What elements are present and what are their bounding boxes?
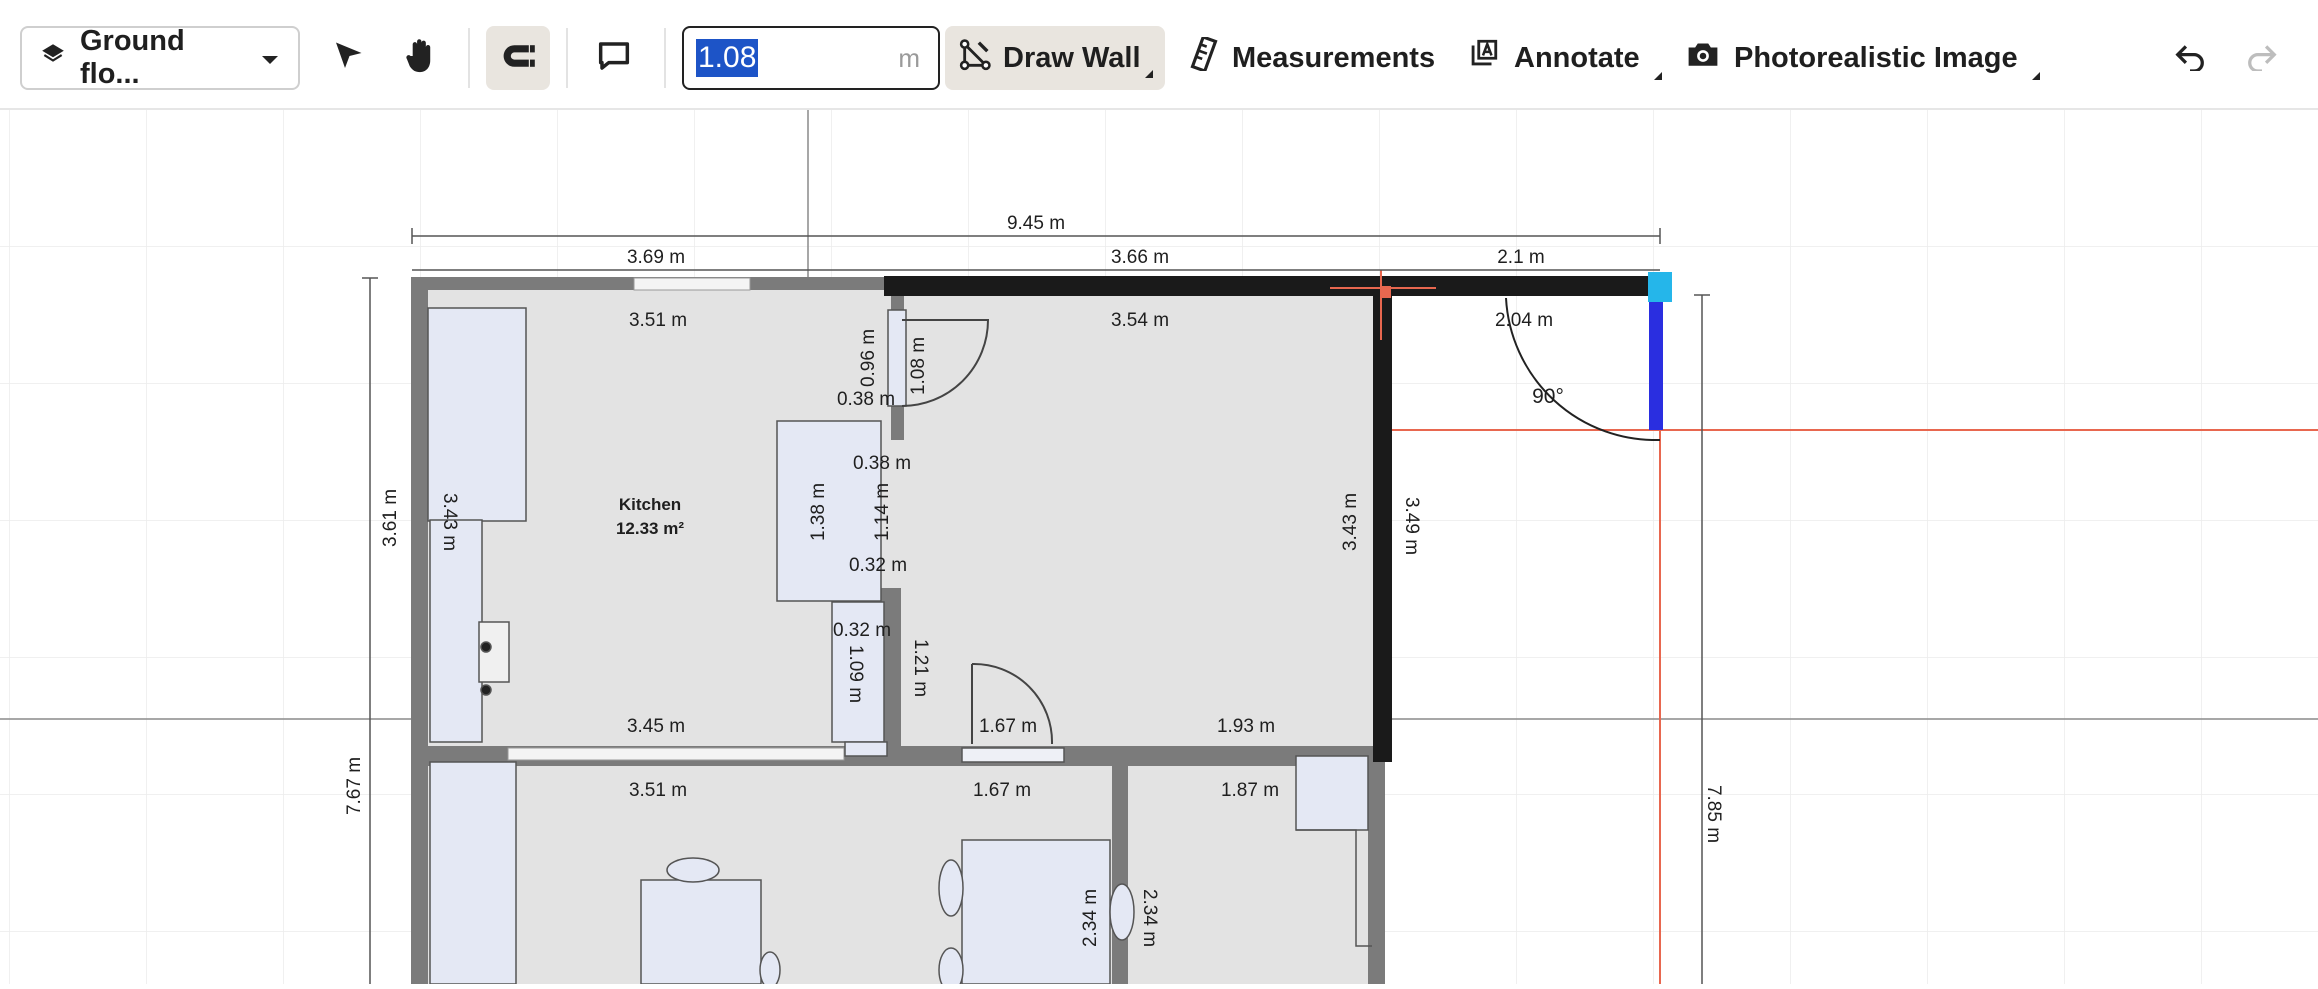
photorealistic-label: Photorealistic Image [1734, 41, 2018, 74]
dim-234a: 2.34 m [1080, 889, 1101, 947]
dim-low-left: 3.51 m [629, 780, 687, 801]
dim-right-inner: 3.43 m [1340, 493, 1361, 551]
wall-length-input[interactable]: 1.08 m [682, 26, 940, 90]
dim-032b: 0.32 m [833, 620, 891, 641]
magnet-icon [500, 41, 536, 76]
dim-right-outer: 3.49 m [1401, 497, 1422, 555]
dim-109: 1.09 m [845, 645, 866, 703]
dim-door-bot: 1.67 m [979, 716, 1037, 737]
dim-121: 1.21 m [910, 639, 931, 697]
wall-length-unit: m [898, 42, 920, 73]
wall-length-value[interactable]: 1.08 [696, 39, 759, 77]
dim-top-right: 2.1 m [1497, 247, 1545, 268]
redo-icon [2245, 41, 2279, 76]
dim-114: 1.14 m [872, 483, 893, 541]
layers-icon [40, 41, 66, 75]
select-tool-button[interactable] [316, 26, 380, 90]
dim-in-top-left: 3.51 m [629, 310, 687, 331]
dim-left-outer: 3.61 m [380, 489, 401, 547]
dim-in-top-right: 2.04 m [1495, 310, 1553, 331]
ruler-icon [1190, 35, 1218, 79]
dim-038a: 0.38 m [837, 389, 895, 410]
annotate-icon [1466, 37, 1500, 79]
undo-button[interactable] [2158, 26, 2222, 90]
window [633, 277, 751, 291]
angle-label: 90° [1532, 385, 1564, 408]
dim-032a: 0.32 m [849, 555, 907, 576]
pan-tool-button[interactable] [388, 26, 452, 90]
window [507, 747, 845, 761]
new-wall-segment [1649, 296, 1663, 430]
draw-wall-label: Draw Wall [1003, 41, 1141, 74]
dim-left-inner: 3.43 m [439, 493, 460, 551]
dim-top-left: 3.69 m [627, 247, 685, 268]
dim-island-h: 1.38 m [808, 483, 829, 541]
room-area: 12.33 m² [616, 519, 684, 538]
snap-toggle-button[interactable] [486, 26, 550, 90]
annotate-label: Annotate [1514, 41, 1640, 74]
hand-icon [402, 37, 438, 80]
dim-top-mid: 3.66 m [1111, 247, 1169, 268]
dim-038b: 0.38 m [853, 453, 911, 474]
dim-in-top-mid: 3.54 m [1111, 310, 1169, 331]
dim-right-total: 7.85 m [1703, 785, 1724, 843]
dropdown-corner-icon [2031, 72, 2040, 80]
wall-endpoint-handle[interactable] [1648, 272, 1672, 302]
floorplan-canvas[interactable]: 9.45 m 3.69 m 3.66 m 2.1 m 3.51 m 3.54 m… [0, 110, 2318, 989]
camera-icon [1686, 39, 1720, 77]
undo-icon [2173, 41, 2207, 76]
dim-overall-top: 9.45 m [1007, 213, 1065, 234]
measurements-label: Measurements [1232, 41, 1436, 74]
photorealistic-image-button[interactable]: Photorealistic Image [1686, 26, 2040, 90]
dim-door-v1: 0.96 m [858, 329, 879, 387]
toolbar: Ground flo... 1.08 m Draw Wall Measureme… [0, 0, 2318, 110]
dim-234b: 2.34 m [1139, 889, 1160, 947]
dropdown-corner-icon [1653, 72, 1662, 80]
draw-wall-icon [959, 37, 993, 79]
dim-door-v2: 1.08 m [908, 337, 929, 395]
dim-bot-left: 3.45 m [627, 716, 685, 737]
floor-selector-label: Ground flo... [80, 25, 185, 90]
dropdown-corner-icon [1145, 70, 1153, 78]
cursor-arrow-icon [330, 38, 366, 79]
comment-tool-button[interactable] [582, 26, 646, 90]
dim-low-right: 1.87 m [1221, 780, 1279, 801]
floor-selector[interactable]: Ground flo... [20, 25, 300, 90]
comment-icon [596, 40, 632, 77]
measurements-button[interactable]: Measurements [1190, 26, 1435, 90]
room-name: Kitchen [619, 495, 681, 514]
dim-bot-right: 1.93 m [1217, 716, 1275, 737]
annotate-button[interactable]: Annotate [1466, 26, 1662, 90]
dim-low-mid: 1.67 m [973, 780, 1031, 801]
dim-left-total: 7.67 m [344, 757, 365, 815]
draw-wall-button[interactable]: Draw Wall [945, 26, 1165, 90]
door-threshold [961, 747, 1065, 763]
redo-button[interactable] [2230, 26, 2294, 90]
chevron-down-icon [260, 42, 280, 75]
